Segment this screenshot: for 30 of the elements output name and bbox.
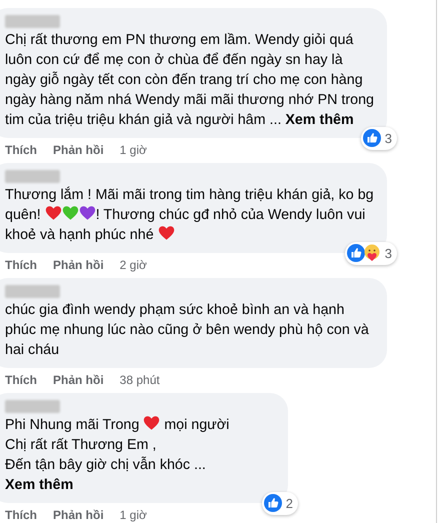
blurred-name	[5, 400, 60, 413]
comment-text: chúc gia đình wendy phạm sức khoẻ bình an và hạnh phúc mẹ nhung lúc nào cũng ở bên wendy phù hộ con và hai cháu	[5, 301, 370, 360]
hugging-face-icon	[362, 244, 381, 262]
comment-time: 2 giờ	[120, 257, 147, 274]
like-link[interactable]: Thích	[5, 371, 37, 389]
reply-link[interactable]: Phản hồi	[53, 371, 104, 389]
like-link[interactable]: Thích	[5, 256, 37, 274]
comment-time: 1 giờ	[120, 142, 147, 159]
like-icon	[264, 494, 282, 512]
reaction-badge[interactable]: 3	[344, 242, 397, 265]
reply-link[interactable]: Phản hồi	[53, 141, 104, 159]
comment-text: Phi Nhung mãi Trong mọi người Chị rất rất Thương Em , Đến tận bây giờ chị vẫn khóc ... Xem thêm	[5, 415, 230, 495]
reaction-badge[interactable]: 3	[360, 126, 397, 150]
reaction-count: 3	[384, 244, 392, 262]
like-link[interactable]: Thích	[5, 141, 37, 159]
see-more-link[interactable]: Xem thêm	[285, 112, 354, 128]
blurred-name	[5, 285, 60, 298]
like-link[interactable]: Thích	[5, 506, 37, 523]
reaction-count: 3	[384, 130, 392, 148]
reaction-badge[interactable]: 2	[262, 492, 298, 515]
like-icon	[346, 244, 365, 262]
reply-link[interactable]: Phản hồi	[53, 256, 104, 274]
comment-time: 38 phút	[120, 372, 160, 389]
reaction-count: 2	[286, 494, 293, 512]
reply-link[interactable]: Phản hồi	[53, 506, 104, 523]
see-more-link[interactable]: Xem thêm	[5, 477, 74, 493]
blurred-name	[5, 170, 60, 183]
like-icon	[362, 129, 381, 148]
blurred-name	[5, 15, 60, 28]
comment-time: 1 giờ	[120, 507, 147, 523]
